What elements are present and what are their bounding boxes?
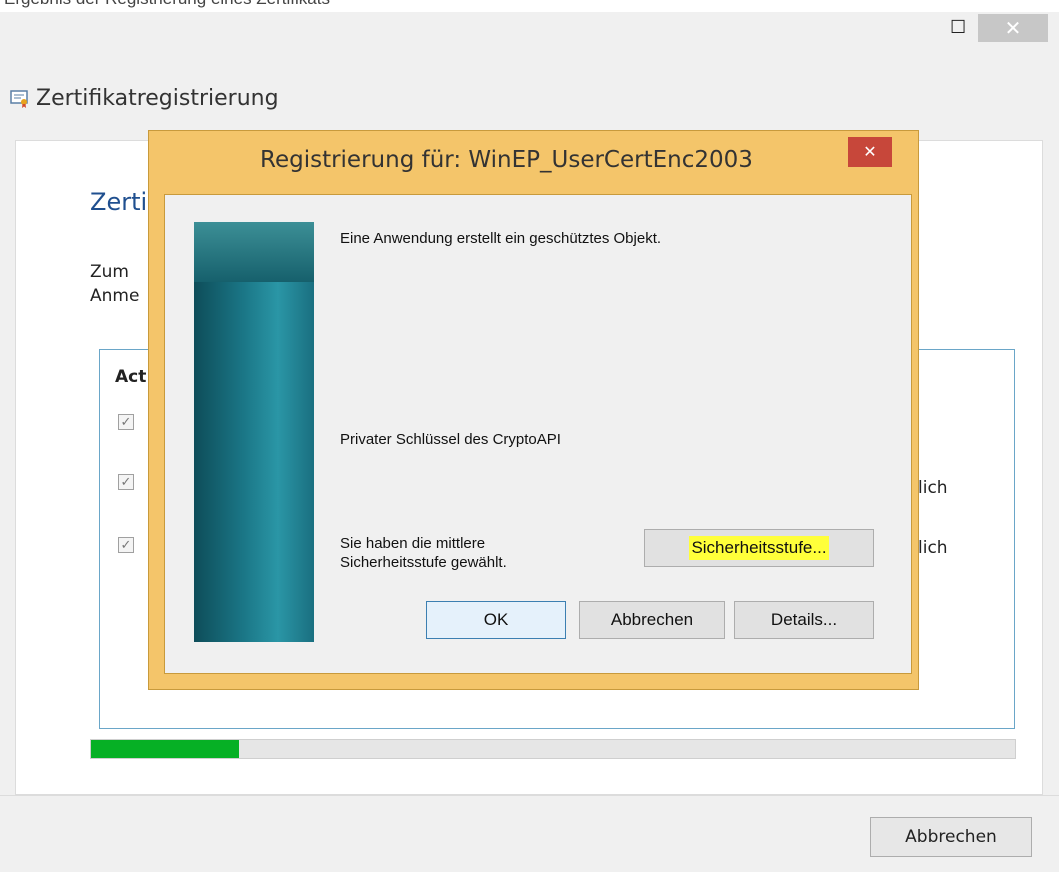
cutoff-text: Ergebnis der Registrierung eines Zertifi… <box>4 0 330 8</box>
close-icon: ✕ <box>1004 17 1022 40</box>
description-line-2: Anme <box>90 286 140 306</box>
cutoff-title-bar: Ergebnis der Registrierung eines Zertifi… <box>0 0 1059 12</box>
dialog-banner-highlight <box>194 222 314 282</box>
details-button[interactable]: Details... <box>734 601 874 639</box>
close-icon: ✕ <box>863 144 877 161</box>
dialog-close-button[interactable]: ✕ <box>848 137 892 167</box>
app-title: Zertifikatregistrierung <box>36 86 279 111</box>
security-level-label: Sicherheitsstufe... <box>689 536 829 560</box>
description-line-1: Zum <box>90 262 129 282</box>
checkmark-icon: ✓ <box>118 537 134 553</box>
dialog-object-name: Privater Schlüssel des CryptoAPI <box>340 431 561 448</box>
ok-button[interactable]: OK <box>426 601 566 639</box>
certificate-icon <box>10 90 28 108</box>
maximize-icon: ☐ <box>950 16 967 37</box>
security-level-button[interactable]: Sicherheitsstufe... <box>644 529 874 567</box>
page-heading: Zerti <box>90 188 148 216</box>
progress-fill <box>91 740 239 758</box>
checkmark-icon: ✓ <box>118 414 134 430</box>
footer-separator <box>0 795 1059 796</box>
dialog-banner-image <box>194 222 314 642</box>
security-level-line-1: Sie haben die mittlere <box>340 535 486 552</box>
main-cancel-button[interactable]: Abbrechen <box>870 817 1032 857</box>
checkmark-icon: ✓ <box>118 474 134 490</box>
dialog-cancel-button[interactable]: Abbrechen <box>579 601 725 639</box>
dialog-message: Eine Anwendung erstellt ein geschütztes … <box>340 230 662 247</box>
maximize-button[interactable]: ☐ <box>950 14 966 40</box>
security-level-line-2: Sicherheitsstufe gewählt. <box>340 554 507 571</box>
window-close-button[interactable]: ✕ <box>978 14 1048 42</box>
actions-header: Act <box>115 367 147 387</box>
status-text-row-3: lich <box>918 538 948 558</box>
dialog-title: Registrierung für: WinEP_UserCertEnc2003 <box>260 147 753 173</box>
status-text-row-2: lich <box>918 478 948 498</box>
progress-bar <box>90 739 1016 759</box>
